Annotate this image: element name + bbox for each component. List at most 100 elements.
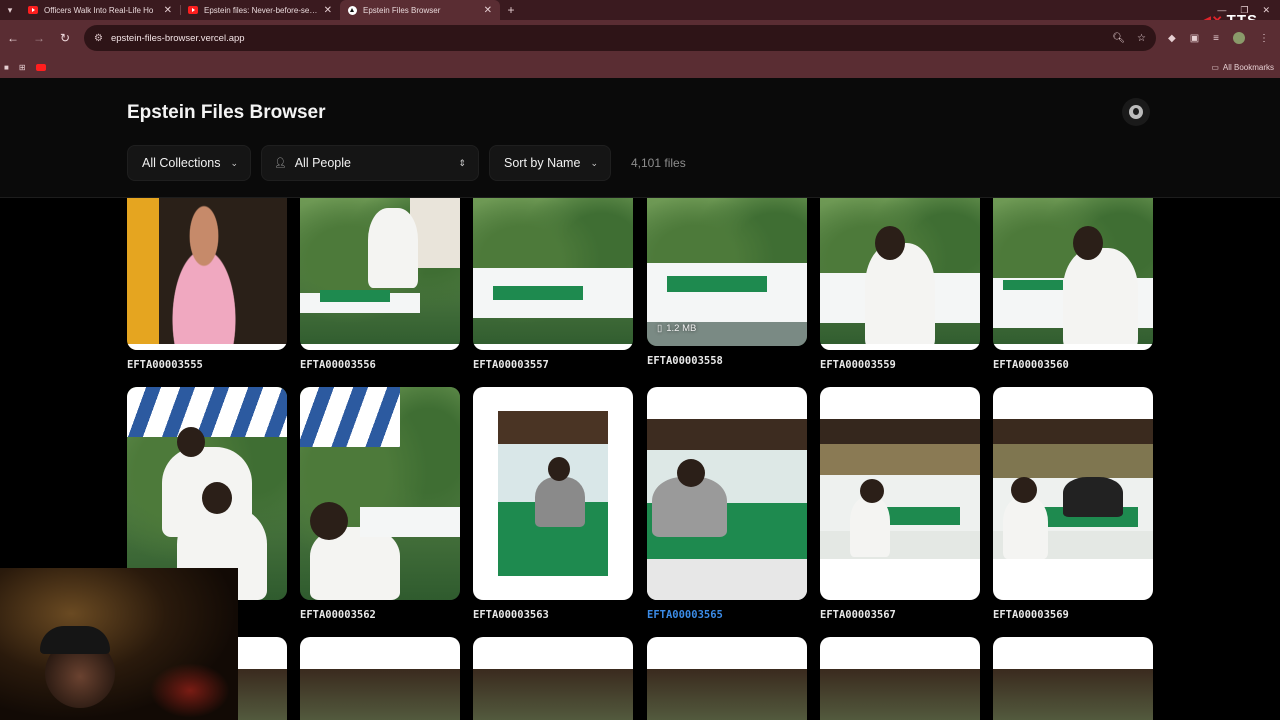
file-card[interactable]: EFTA00003567: [820, 387, 980, 621]
file-card[interactable]: EFTA00003569: [993, 387, 1153, 621]
webcam-overlay: [0, 568, 238, 720]
chevron-updown-icon: ⇕: [458, 157, 466, 168]
file-card[interactable]: [820, 637, 980, 720]
bookmark-page-icon[interactable]: ■: [4, 63, 9, 72]
apps-grid-icon[interactable]: ⊞: [19, 63, 26, 72]
tab-strip: ▾ Officers Walk Into Real-Life Ho ✕ Epst…: [0, 0, 1280, 20]
browser-toolbar: ← → ↻ ⚙ epstein-files-browser.vercel.app…: [0, 20, 1280, 56]
file-size: 1.2 MB: [666, 323, 697, 334]
collections-select[interactable]: All Collections ⌄: [127, 145, 251, 181]
github-icon: [1129, 105, 1143, 119]
sort-select[interactable]: Sort by Name ⌄: [489, 145, 611, 181]
tab-title: Officers Walk Into Real-Life Ho: [44, 5, 154, 15]
extension-icon[interactable]: ◆: [1168, 33, 1176, 44]
browser-tab-2[interactable]: Epstein files: Never-before-seen ✕: [180, 0, 340, 20]
close-icon[interactable]: ✕: [324, 5, 332, 16]
file-name[interactable]: EFTA00003565: [647, 609, 807, 621]
youtube-bookmark-icon[interactable]: [35, 63, 46, 71]
file-thumbnail[interactable]: [820, 198, 980, 350]
all-bookmarks-label: All Bookmarks: [1222, 62, 1274, 72]
bookmarks-bar: ■ ⊞ ▭ All Bookmarks: [0, 56, 1280, 78]
youtube-icon: [28, 6, 38, 14]
chevron-down-icon: ⌄: [590, 157, 598, 168]
file-card[interactable]: [473, 637, 633, 720]
close-icon[interactable]: ✕: [484, 5, 492, 16]
collections-label: All Collections: [142, 156, 221, 170]
file-card[interactable]: EFTA00003556: [300, 198, 460, 371]
file-card[interactable]: EFTA00003565: [647, 387, 807, 621]
sort-label: Sort by Name: [504, 156, 581, 170]
all-bookmarks-button[interactable]: ▭ All Bookmarks: [1211, 63, 1280, 72]
file-thumbnail[interactable]: [300, 198, 460, 350]
file-thumbnail[interactable]: [473, 637, 633, 720]
file-name[interactable]: EFTA00003559: [820, 359, 980, 371]
github-button[interactable]: [1122, 98, 1150, 126]
filter-bar: All Collections ⌄ 👤︎ All People ⇕ Sort b…: [127, 145, 686, 181]
file-card[interactable]: [647, 637, 807, 720]
file-thumbnail[interactable]: [993, 387, 1153, 600]
file-thumbnail[interactable]: [993, 198, 1153, 350]
profile-avatar[interactable]: [1233, 32, 1245, 44]
extensions-puzzle-icon[interactable]: ▣: [1190, 33, 1199, 44]
file-card[interactable]: EFTA00003555: [127, 198, 287, 371]
file-thumbnail[interactable]: [473, 387, 633, 600]
app-header: Epstein Files Browser All Collections ⌄ …: [0, 78, 1280, 198]
site-info-icon[interactable]: ⚙: [94, 33, 103, 44]
webcam-light: [150, 663, 230, 718]
file-thumbnail[interactable]: [820, 387, 980, 600]
new-tab-button[interactable]: +: [500, 0, 522, 20]
file-icon: ▯: [657, 323, 663, 334]
file-thumbnail[interactable]: [300, 387, 460, 600]
youtube-icon: [188, 6, 198, 14]
tab-search-icon[interactable]: ▾: [0, 0, 20, 20]
tab-title: Epstein files: Never-before-seen: [204, 5, 318, 15]
file-thumbnail[interactable]: [127, 198, 287, 350]
file-thumbnail[interactable]: [993, 637, 1153, 720]
file-card[interactable]: ▯ 1.2 MB EFTA00003558: [647, 198, 807, 367]
address-bar[interactable]: ⚙ epstein-files-browser.vercel.app 🔍︎ ☆: [84, 25, 1156, 51]
back-icon[interactable]: ←: [0, 25, 26, 51]
file-name[interactable]: EFTA00003557: [473, 359, 633, 371]
file-name[interactable]: EFTA00003556: [300, 359, 460, 371]
file-name[interactable]: EFTA00003558: [647, 355, 807, 367]
people-label: All People: [294, 156, 351, 170]
webcam-cap: [40, 626, 110, 654]
people-select[interactable]: 👤︎ All People ⇕: [261, 145, 479, 181]
chevron-down-icon: ⌄: [230, 157, 238, 168]
file-card[interactable]: EFTA00003562: [300, 387, 460, 621]
zoom-icon[interactable]: 🔍︎: [1112, 33, 1125, 44]
browser-tab-1[interactable]: Officers Walk Into Real-Life Ho ✕: [20, 0, 180, 20]
file-name[interactable]: EFTA00003560: [993, 359, 1153, 371]
forward-icon[interactable]: →: [26, 25, 52, 51]
file-size-badge: ▯ 1.2 MB: [657, 323, 696, 334]
browser-tab-3[interactable]: Epstein Files Browser ✕: [340, 0, 500, 20]
reload-icon[interactable]: ↻: [52, 25, 78, 51]
tab-title: Epstein Files Browser: [363, 5, 441, 15]
file-card[interactable]: EFTA00003560: [993, 198, 1153, 371]
file-card[interactable]: EFTA00003559: [820, 198, 980, 371]
file-card[interactable]: EFTA00003563: [473, 387, 633, 621]
reading-list-icon[interactable]: ≡: [1213, 33, 1219, 44]
vercel-icon: [348, 5, 357, 15]
file-name[interactable]: EFTA00003555: [127, 359, 287, 371]
file-thumbnail[interactable]: [473, 198, 633, 350]
close-icon[interactable]: ✕: [164, 5, 172, 16]
file-card[interactable]: [993, 637, 1153, 720]
file-name[interactable]: EFTA00003567: [820, 609, 980, 621]
file-name[interactable]: EFTA00003562: [300, 609, 460, 621]
close-window-icon[interactable]: ✕: [1262, 5, 1270, 16]
file-thumbnail[interactable]: [647, 637, 807, 720]
folder-icon: ▭: [1211, 62, 1219, 72]
file-thumbnail[interactable]: ▯ 1.2 MB: [647, 198, 807, 346]
bookmark-star-icon[interactable]: ☆: [1137, 33, 1146, 44]
file-card[interactable]: EFTA00003557: [473, 198, 633, 371]
file-thumbnail[interactable]: [647, 387, 807, 600]
file-thumbnail[interactable]: [820, 637, 980, 720]
menu-kebab-icon[interactable]: ⋮: [1259, 33, 1269, 44]
file-name[interactable]: EFTA00003569: [993, 609, 1153, 621]
file-thumbnail[interactable]: [300, 637, 460, 720]
file-card[interactable]: [300, 637, 460, 720]
file-name[interactable]: EFTA00003563: [473, 609, 633, 621]
url-text: epstein-files-browser.vercel.app: [110, 32, 245, 44]
person-icon: 👤︎: [274, 157, 287, 169]
